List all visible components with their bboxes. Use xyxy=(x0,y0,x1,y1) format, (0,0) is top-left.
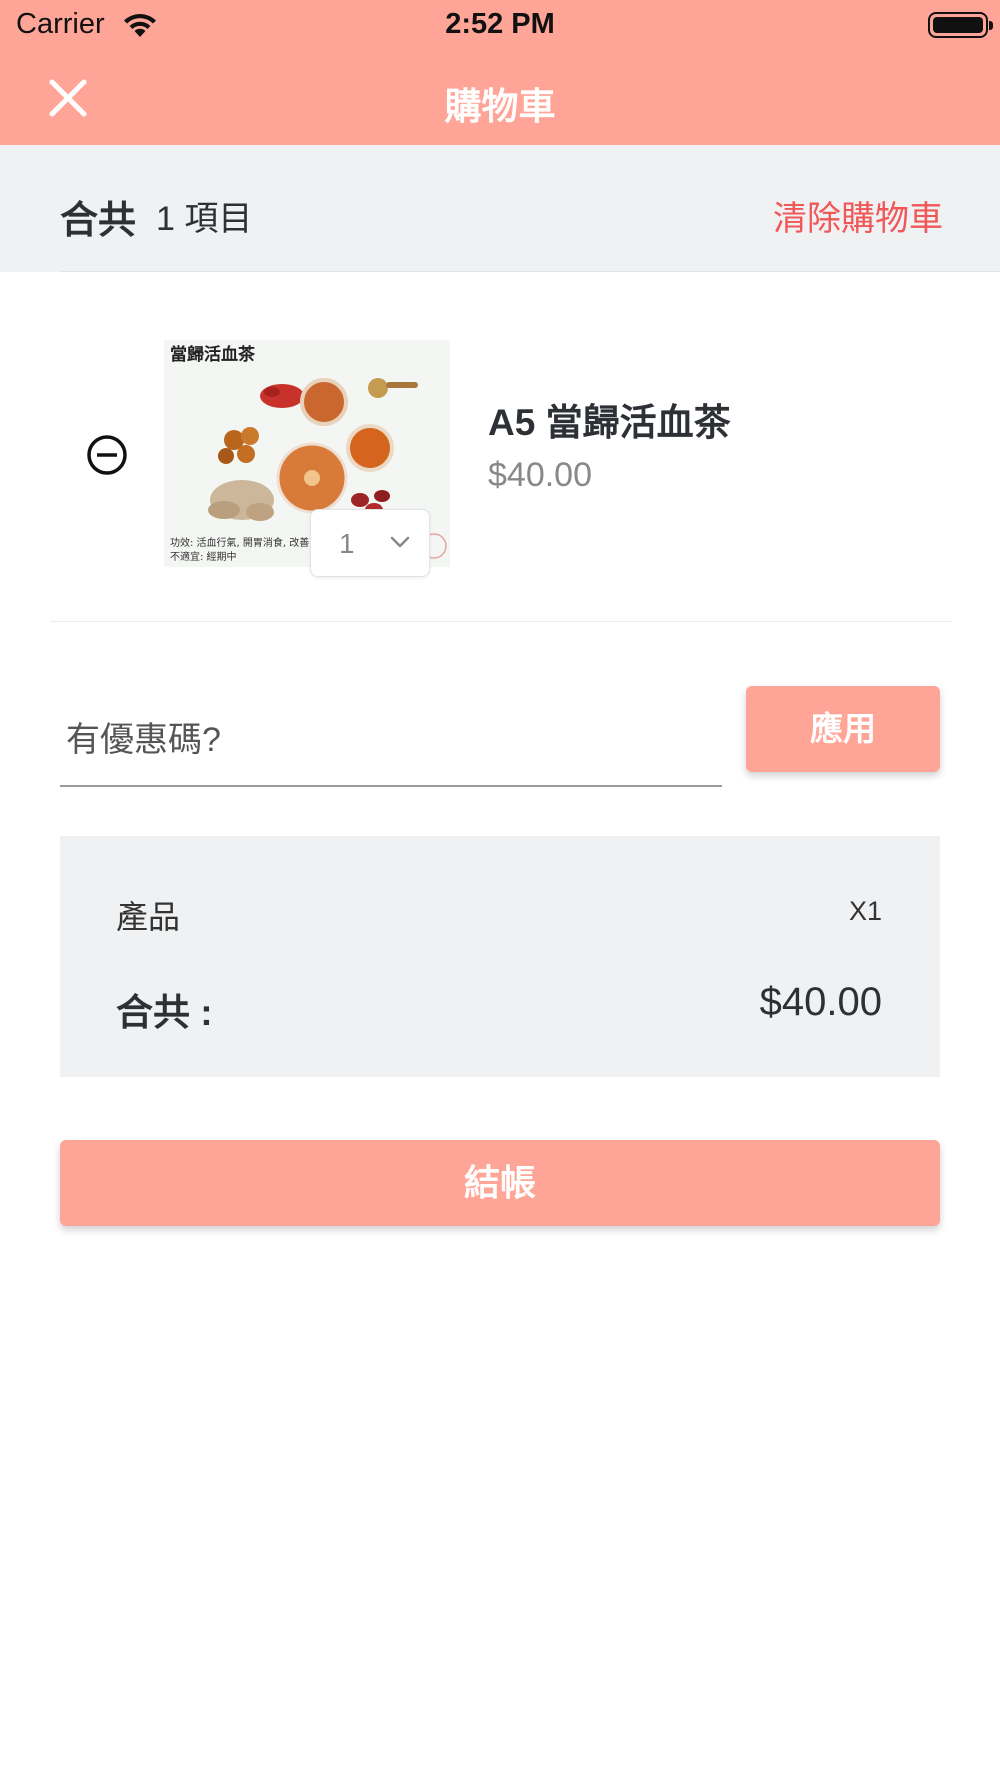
coupon-input[interactable] xyxy=(60,695,722,787)
quantity-value: 1 xyxy=(339,528,355,559)
remove-item-icon[interactable] xyxy=(86,434,128,476)
product-price: $40.00 xyxy=(488,456,592,494)
chevron-down-icon xyxy=(390,536,410,548)
products-quantity: X1 xyxy=(848,896,882,926)
product-image-caption-1: 功效: 活血行氣, 開胃消食, 改善 xyxy=(170,536,309,549)
item-count: 1 項目 xyxy=(156,200,253,238)
quantity-select[interactable]: 1 xyxy=(310,509,430,577)
cart-summary-header: 合共 1 項目 清除購物車 xyxy=(0,145,1000,272)
status-time: 2:52 PM xyxy=(445,8,555,40)
total-label: 合共 xyxy=(60,200,137,242)
product-image-caption-2: 不適宜: 經期中 xyxy=(170,550,237,563)
sum-label: 合共 : xyxy=(116,992,213,1033)
product-image-title: 當歸活血茶 xyxy=(170,344,256,365)
divider xyxy=(50,621,952,622)
page-title: 購物車 xyxy=(444,86,556,127)
product-name: A5 當歸活血茶 xyxy=(488,402,731,443)
apply-coupon-button[interactable]: 應用 xyxy=(746,686,940,772)
battery-icon xyxy=(928,12,993,38)
clear-cart-button[interactable]: 清除購物車 xyxy=(773,191,943,240)
products-label: 產品 xyxy=(116,899,181,935)
top-bar: Carrier 2:52 PM 購物車 xyxy=(0,0,1000,145)
status-bar: Carrier 2:52 PM xyxy=(0,0,1000,50)
order-totals: 產品 X1 合共 : $40.00 xyxy=(60,836,940,1077)
sum-value: $40.00 xyxy=(759,980,882,1024)
divider xyxy=(60,271,1000,272)
checkout-button[interactable]: 結帳 xyxy=(60,1140,940,1226)
